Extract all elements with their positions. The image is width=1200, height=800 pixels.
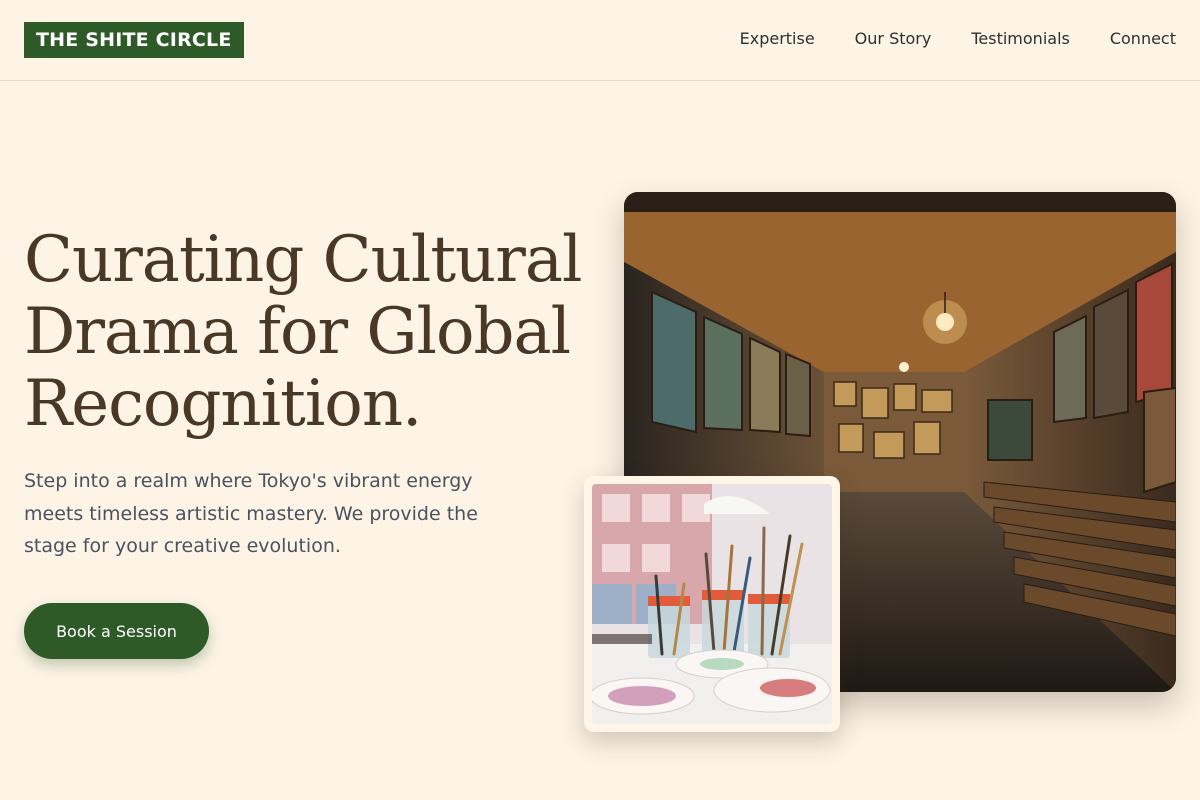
paint-brushes-jars-photo bbox=[592, 484, 832, 724]
nav-link-connect[interactable]: Connect bbox=[1110, 29, 1176, 49]
nav-link-testimonials[interactable]: Testimonials bbox=[971, 29, 1070, 49]
hero-description: Step into a realm where Tokyo's vibrant … bbox=[24, 470, 478, 557]
nav-link-our-story[interactable]: Our Story bbox=[855, 29, 932, 49]
site-header: THE SHITE CIRCLE Expertise Our Story Tes… bbox=[0, 0, 1200, 81]
main-nav: Expertise Our Story Testimonials Connect bbox=[740, 29, 1176, 49]
inset-photo-card bbox=[584, 476, 840, 732]
book-session-button[interactable]: Book a Session bbox=[24, 603, 209, 659]
hero-title: Curating Cultural Drama for Global Recog… bbox=[24, 223, 582, 441]
nav-link-expertise[interactable]: Expertise bbox=[740, 29, 815, 49]
brand-logo[interactable]: THE SHITE CIRCLE bbox=[24, 22, 244, 58]
